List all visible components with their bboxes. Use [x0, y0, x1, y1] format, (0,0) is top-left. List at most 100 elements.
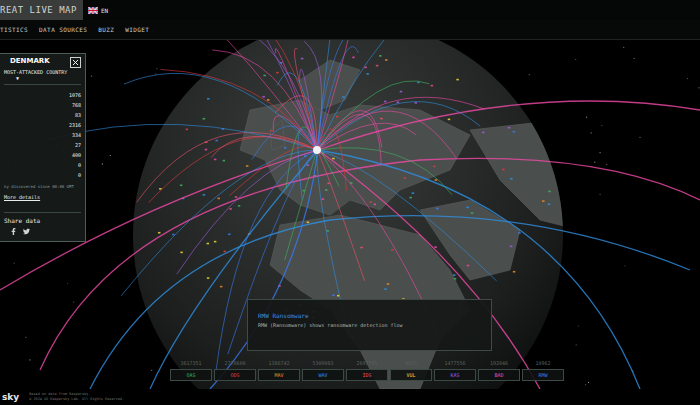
attack-arc [317, 40, 379, 150]
more-details-link[interactable]: More details [4, 194, 81, 200]
legend-button[interactable]: BAD [478, 369, 520, 381]
close-icon [71, 58, 80, 67]
attack-marker [263, 75, 266, 77]
attack-marker [186, 129, 189, 131]
attack-marker [215, 140, 218, 142]
language-switch[interactable]: EN [88, 7, 108, 14]
facebook-icon[interactable] [10, 228, 17, 235]
attack-arc [277, 73, 317, 150]
attack-marker [384, 101, 387, 103]
attack-marker [228, 233, 231, 235]
legend-button[interactable]: OAS [170, 369, 212, 381]
attack-marker [518, 232, 521, 234]
attack-marker [203, 194, 206, 196]
attack-arc [121, 150, 317, 296]
legend-count: 5309083 [312, 360, 333, 366]
landmass [470, 120, 600, 230]
attack-marker [267, 99, 270, 101]
uk-flag-icon [88, 7, 98, 14]
attack-marker [409, 197, 412, 199]
legend-button[interactable]: KAS [434, 369, 476, 381]
footer-line: © 2024 AO Kaspersky Lab. All Rights Rese… [29, 397, 124, 402]
attack-marker [326, 230, 329, 232]
legend-count: 2770600 [224, 360, 245, 366]
attack-marker [352, 57, 355, 59]
attack-marker [417, 82, 420, 84]
legend-count: 3617351 [180, 360, 201, 366]
target-marker[interactable] [313, 146, 321, 154]
attack-marker [270, 130, 273, 132]
attack-marker [435, 179, 438, 181]
attack-marker [325, 189, 328, 191]
attack-arc [286, 127, 317, 189]
close-button[interactable] [70, 57, 81, 68]
attack-marker [301, 58, 304, 60]
legend-button[interactable]: ODS [214, 369, 256, 381]
main-nav: TISTICS DATA SOURCES BUZZ WIDGET [0, 20, 700, 40]
legend-button[interactable]: IDS [346, 369, 388, 381]
map-stage[interactable]: DENMARKMOST-ATTACKED COUNTRY▼10767688323… [0, 40, 700, 389]
attack-marker [502, 169, 505, 171]
nav-item[interactable]: WIDGET [125, 26, 149, 33]
brand-logo[interactable]: sky [0, 392, 19, 402]
attack-trail [210, 150, 318, 389]
legend-button[interactable]: RMW [522, 369, 564, 381]
landmass [420, 200, 520, 280]
attack-marker [180, 252, 183, 254]
attack-marker [510, 246, 513, 248]
legend-count: 2697785 [356, 360, 377, 366]
attack-marker [508, 127, 511, 129]
attack-marker [366, 73, 369, 75]
nav-item[interactable]: DATA SOURCES [39, 26, 87, 33]
header-bar: REAT LIVE MAP EN [0, 0, 700, 20]
attack-arc [285, 150, 317, 260]
legend-item: 10962 RMW [522, 360, 564, 381]
info-notice: RMW RansomwareRMW (Ransomware) shows ran… [247, 299, 492, 351]
legend-button[interactable]: WAV [302, 369, 344, 381]
legend-button[interactable]: VUL [390, 369, 432, 381]
attack-marker [415, 102, 418, 104]
legend-item: 9825VUL [390, 360, 432, 381]
attack-marker [471, 212, 474, 214]
attack-marker [453, 274, 456, 276]
attack-marker [217, 198, 220, 200]
attack-arc [317, 150, 365, 281]
attack-marker [214, 241, 217, 243]
notice-title: RMW Ransomware [258, 312, 481, 319]
nav-item[interactable]: TISTICS [0, 26, 28, 33]
legend-count: 10962 [535, 360, 550, 366]
attack-trail [150, 150, 318, 389]
attack-marker [229, 208, 232, 210]
nav-item[interactable]: BUZZ [98, 26, 114, 33]
stat-value: 400 [4, 150, 81, 160]
site-title[interactable]: REAT LIVE MAP [0, 0, 83, 20]
attack-marker [262, 96, 265, 98]
attack-marker [431, 85, 434, 87]
attack-arc [317, 148, 452, 195]
stat-value: 2316 [4, 120, 81, 130]
share-label: Share data [4, 212, 81, 224]
attack-marker [436, 208, 439, 210]
attack-marker [391, 249, 394, 251]
legend-item: 1386742MAV [258, 360, 300, 381]
attack-marker [454, 278, 457, 280]
attack-marker [364, 67, 367, 69]
legend-item: 2697785 IDS [346, 360, 388, 381]
attack-marker [203, 118, 206, 120]
legend-item: 2770600 ODS [214, 360, 256, 381]
twitter-icon[interactable] [23, 228, 30, 235]
stat-value: 0 [4, 170, 81, 180]
legend-button[interactable]: MAV [258, 369, 300, 381]
attack-marker [327, 183, 330, 185]
attack-arc [317, 40, 460, 150]
attack-marker [384, 288, 387, 290]
attack-marker [307, 221, 310, 223]
attack-marker [246, 165, 249, 167]
attack-marker [513, 271, 516, 273]
dropdown-toggle[interactable]: ▼ [4, 75, 81, 85]
attack-arc [252, 126, 317, 160]
attack-marker [397, 102, 400, 104]
attack-marker [376, 65, 379, 67]
legend-item: 192046BAD [478, 360, 520, 381]
attack-arc [124, 73, 317, 150]
